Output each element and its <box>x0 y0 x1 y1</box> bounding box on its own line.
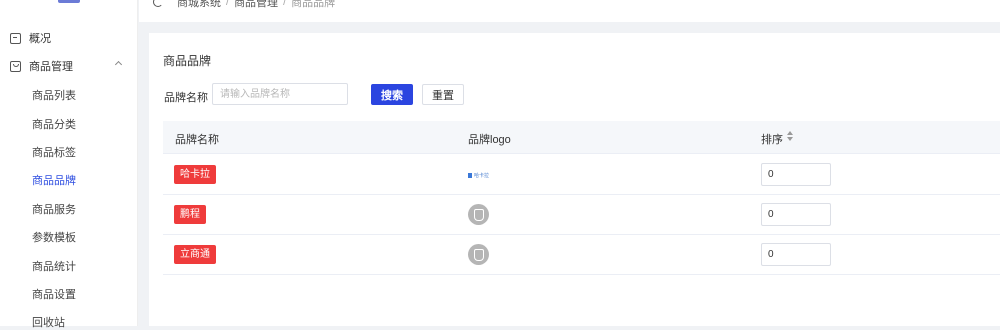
breadcrumb: 商城系统 / 商品管理 / 商品品牌 <box>153 0 335 10</box>
chevron-up-icon[interactable] <box>114 60 123 69</box>
sidebar-item-param-template[interactable]: 参数模板 <box>32 229 76 245</box>
sidebar: 概况 商品管理 商品列表 商品分类 商品标签 商品品牌 商品服务 参数模板 商品… <box>0 0 138 329</box>
sidebar-item-goods-brand[interactable]: 商品品牌 <box>32 172 76 188</box>
page-title: 商品品牌 <box>163 54 212 68</box>
sidebar-group-goods[interactable]: 商品管理 <box>10 58 73 74</box>
brand-card: 商品品牌 品牌名称 搜索 重置 品牌名称 品牌logo 排序 哈卡拉 哈卡拉 鹏… <box>149 33 1000 326</box>
breadcrumb-separator: / <box>226 0 230 8</box>
column-brand-logo: 品牌logo <box>468 134 511 146</box>
brand-logo-text: 哈卡拉 <box>474 172 490 179</box>
refresh-icon[interactable] <box>153 0 163 7</box>
sort-caret-icon[interactable] <box>787 131 793 142</box>
breadcrumb-item[interactable]: 商城系统 <box>177 0 221 10</box>
brand-logo-mark-icon <box>468 172 472 178</box>
table-row: 哈卡拉 哈卡拉 <box>163 155 1000 195</box>
sidebar-item-goods-service[interactable]: 商品服务 <box>32 201 76 217</box>
sidebar-item-goods-settings[interactable]: 商品设置 <box>32 286 76 302</box>
breadcrumb-current: 商品品牌 <box>291 0 336 9</box>
sidebar-item-goods-stats[interactable]: 商品统计 <box>32 258 76 274</box>
search-button[interactable]: 搜索 <box>371 84 413 105</box>
sidebar-item-goods-tag[interactable]: 商品标签 <box>32 144 76 160</box>
sidebar-item-label: 概况 <box>29 33 51 45</box>
brand-name-input[interactable] <box>212 83 348 105</box>
brand-name-tag: 立商通 <box>174 245 216 264</box>
sort-input[interactable] <box>761 163 831 186</box>
sort-input[interactable] <box>761 243 831 266</box>
table-row: 立商通 <box>163 235 1000 275</box>
breadcrumb-separator: / <box>283 0 287 8</box>
brand-name-tag: 哈卡拉 <box>174 165 216 184</box>
sidebar-item-goods-list[interactable]: 商品列表 <box>32 87 76 103</box>
reset-button[interactable]: 重置 <box>422 84 464 105</box>
placeholder-shield-icon <box>468 204 489 225</box>
sidebar-item-overview[interactable]: 概况 <box>10 30 51 46</box>
placeholder-shield-icon <box>468 244 489 265</box>
sort-input[interactable] <box>761 203 831 226</box>
table-row: 鹏程 <box>163 195 1000 235</box>
brand-name-tag: 鹏程 <box>174 205 206 224</box>
breadcrumb-item[interactable]: 商品管理 <box>234 0 278 10</box>
column-brand-name: 品牌名称 <box>175 134 219 146</box>
sidebar-item-goods-category[interactable]: 商品分类 <box>32 116 76 132</box>
goods-icon <box>10 60 21 72</box>
table-header: 品牌名称 品牌logo 排序 <box>163 121 1000 154</box>
column-sort[interactable]: 排序 <box>761 131 783 147</box>
app-logo[interactable] <box>58 0 80 3</box>
sidebar-item-recycle-bin[interactable]: 回收站 <box>32 314 65 330</box>
overview-icon <box>10 32 21 44</box>
top-header: 商城系统 / 商品管理 / 商品品牌 <box>139 0 1000 22</box>
brand-logo-mini: 哈卡拉 <box>468 171 489 179</box>
sidebar-group-label: 商品管理 <box>29 61 73 73</box>
brand-name-label: 品牌名称 <box>164 92 208 104</box>
